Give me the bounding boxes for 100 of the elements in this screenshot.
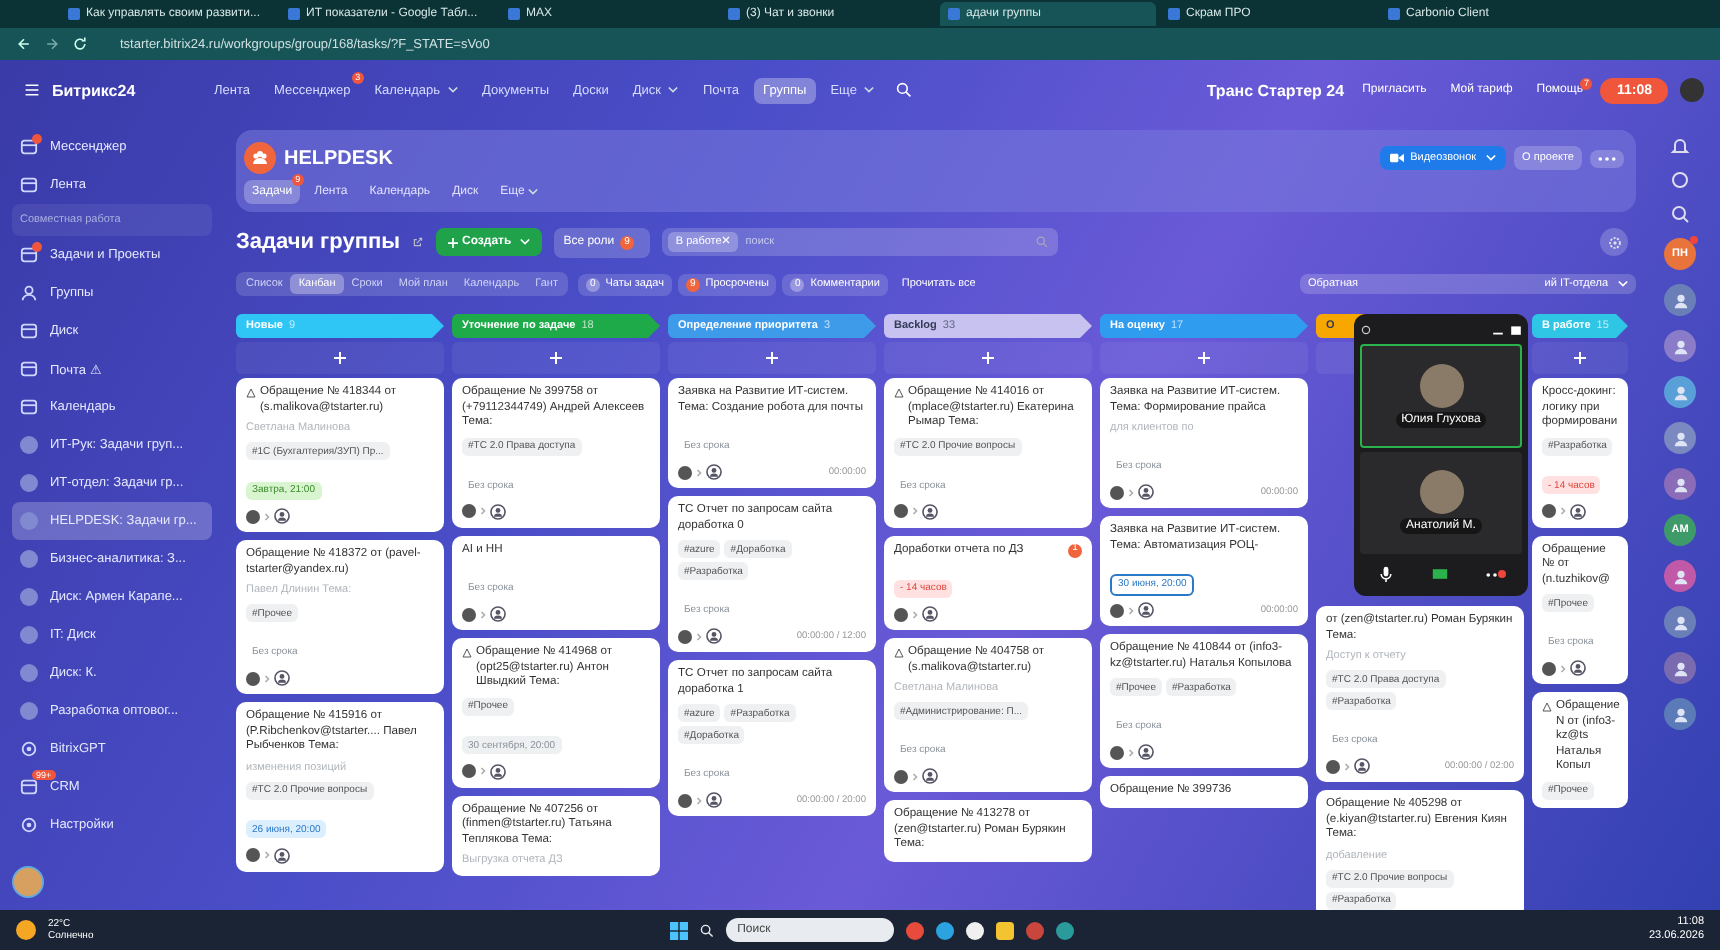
group-avatar-icon — [20, 512, 38, 530]
contact-avatar[interactable] — [1664, 376, 1696, 408]
sun-icon[interactable] — [16, 920, 36, 940]
avatar-icon — [462, 504, 476, 518]
site-icon — [1168, 8, 1180, 20]
person-icon — [1671, 567, 1689, 585]
person-icon — [1354, 758, 1370, 774]
person-icon — [1671, 337, 1689, 355]
contact-avatar[interactable] — [1664, 468, 1696, 500]
user-avatar[interactable] — [12, 866, 44, 898]
reload-icon[interactable] — [72, 36, 88, 52]
chevron-icon — [912, 609, 918, 619]
forward-icon[interactable] — [44, 36, 60, 52]
bell-icon[interactable] — [1670, 136, 1690, 156]
logo[interactable]: Битрикс24 — [52, 81, 192, 99]
contact-avatar[interactable] — [1664, 330, 1696, 362]
group-avatar-icon — [20, 436, 38, 454]
menu-icon[interactable] — [24, 82, 40, 98]
person-icon — [274, 670, 290, 686]
company-name[interactable]: Транс Стартер 24 — [1206, 81, 1345, 99]
settings-button[interactable] — [1600, 228, 1628, 256]
contact-avatar[interactable] — [1664, 560, 1696, 592]
chevron-icon — [696, 467, 702, 477]
contact-avatar[interactable] — [1664, 652, 1696, 684]
person-icon — [706, 792, 722, 808]
chevron-icon — [912, 771, 918, 781]
person-icon — [1671, 291, 1689, 309]
close-icon[interactable] — [721, 236, 730, 244]
avatar-placeholder — [1419, 363, 1463, 408]
plus-icon — [982, 352, 994, 364]
avatar-icon — [894, 607, 908, 621]
chevron-icon — [696, 795, 702, 805]
chevron-icon — [1128, 747, 1134, 757]
person-icon — [1671, 383, 1689, 401]
group-avatar-icon — [20, 550, 38, 568]
person-icon — [1671, 475, 1689, 493]
more-icon — [1598, 155, 1616, 161]
person-icon — [1671, 429, 1689, 447]
more-icon[interactable] — [1485, 571, 1504, 577]
search-icon[interactable] — [699, 923, 714, 937]
microphone-icon[interactable] — [1378, 566, 1395, 582]
start-icon[interactable] — [669, 921, 688, 939]
avatar-placeholder — [1419, 470, 1463, 515]
person-icon — [1138, 744, 1154, 760]
chevron-icon — [1128, 605, 1134, 615]
person-icon — [274, 847, 290, 863]
people-icon — [250, 148, 270, 168]
notification-dot — [32, 134, 42, 144]
avatar-icon — [894, 504, 908, 518]
calendar-icon — [20, 398, 38, 416]
contact-avatar[interactable] — [1664, 422, 1696, 454]
gear-icon — [1607, 235, 1621, 249]
person-icon — [1570, 503, 1586, 519]
plus-icon — [448, 237, 458, 247]
chevron-icon — [480, 609, 486, 619]
chevron-icon — [264, 673, 270, 683]
plus-icon — [550, 352, 562, 364]
caret-icon — [528, 188, 539, 196]
screen-share-icon[interactable] — [1431, 566, 1448, 582]
chevron-icon — [1560, 506, 1566, 516]
avatar-icon — [678, 629, 692, 643]
caret-icon — [668, 86, 679, 94]
avatar-icon — [678, 793, 692, 807]
person-icon — [922, 503, 938, 519]
avatar-icon — [246, 509, 260, 523]
avatar-icon — [1110, 603, 1124, 617]
chevron-icon — [1560, 663, 1566, 673]
group-avatar-icon — [20, 702, 38, 720]
person-icon — [1570, 660, 1586, 676]
person-icon — [1671, 659, 1689, 677]
contact-avatar[interactable] — [1664, 606, 1696, 638]
group-avatar-icon — [20, 588, 38, 606]
camera-icon — [1390, 152, 1405, 164]
warning-icon — [462, 648, 472, 658]
contact-avatar[interactable] — [1664, 698, 1696, 730]
person-icon — [490, 503, 506, 519]
contact-avatar[interactable] — [1664, 284, 1696, 316]
back-icon[interactable] — [16, 36, 32, 52]
warning-icon — [894, 388, 904, 398]
person-icon — [274, 508, 290, 524]
caret-icon — [1618, 280, 1628, 288]
group-title: HELPDESK — [284, 147, 393, 169]
avatar-icon — [1326, 759, 1340, 773]
avatar-icon — [246, 671, 260, 685]
plus-icon — [334, 352, 346, 364]
link-icon[interactable] — [412, 236, 424, 248]
avatar-icon — [462, 764, 476, 778]
maximize-icon[interactable] — [1510, 324, 1522, 336]
more-button[interactable] — [1590, 149, 1624, 167]
avatar-icon — [246, 848, 260, 862]
search-icon[interactable] — [896, 82, 913, 98]
plus-icon — [1198, 352, 1210, 364]
notification-dot — [32, 242, 42, 252]
group-avatar-icon — [20, 664, 38, 682]
avatar-icon — [1542, 661, 1556, 675]
person-icon — [490, 763, 506, 779]
caret-icon — [448, 86, 458, 94]
plus-icon — [766, 352, 778, 364]
avatar-icon — [1110, 745, 1124, 759]
plus-icon — [1574, 352, 1586, 364]
